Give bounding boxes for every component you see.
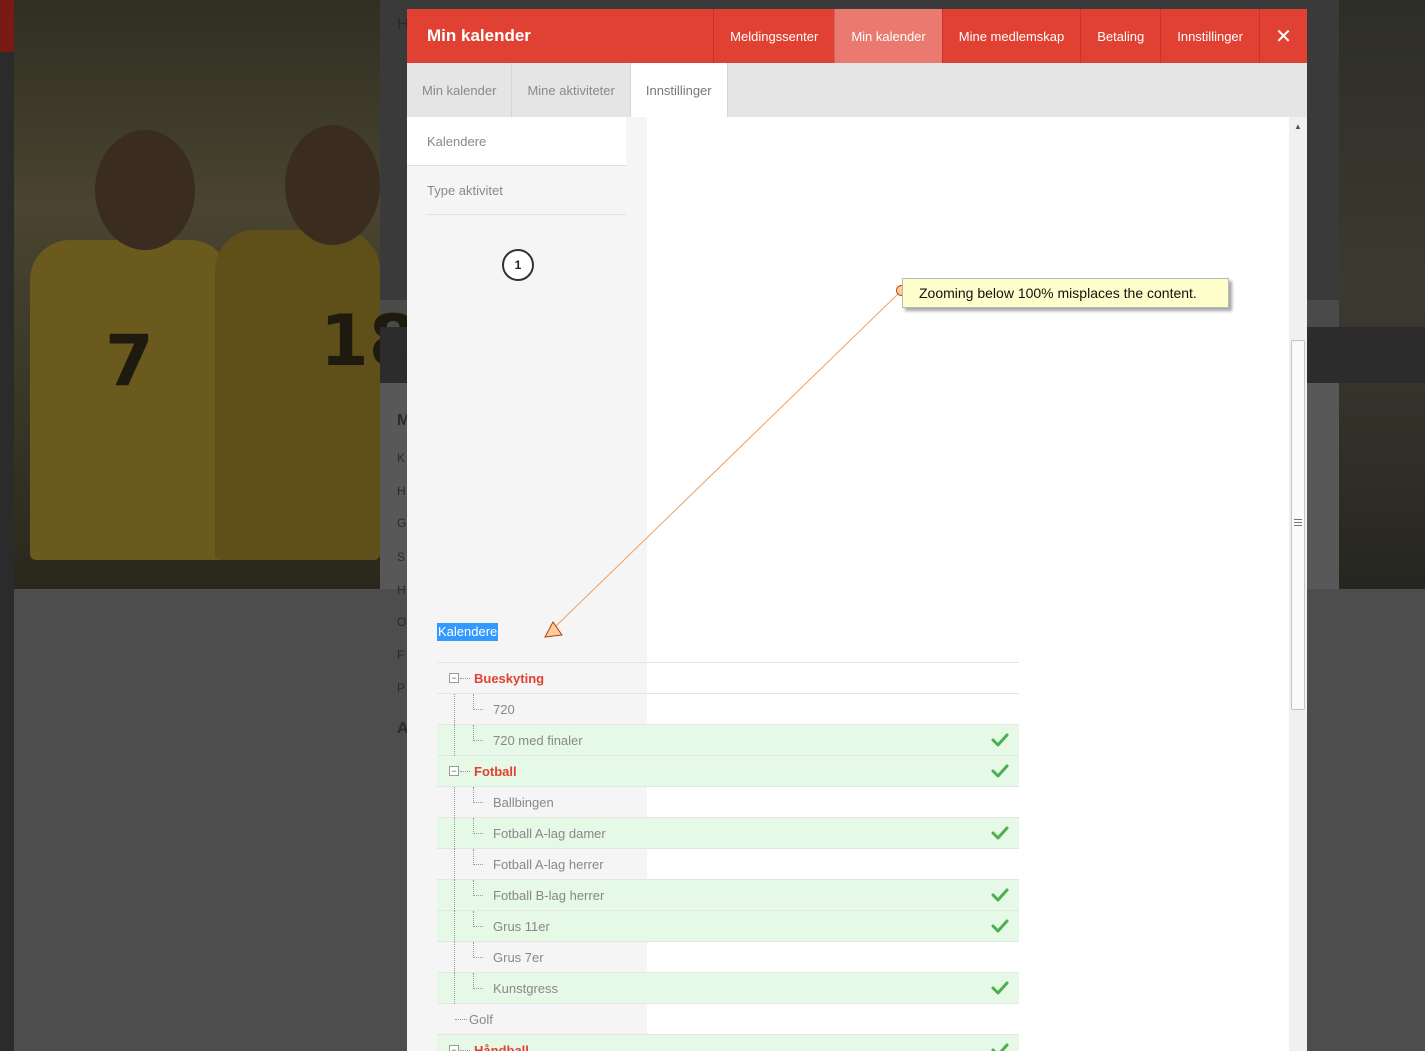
tree-item-label: Fotball B-lag herrer (493, 887, 605, 903)
checkmark-icon[interactable] (991, 918, 1009, 937)
row-fill (437, 694, 647, 725)
tree-row[interactable]: − Håndball (437, 1034, 1019, 1051)
tree-item-label: Kunstgress (493, 980, 559, 996)
tree-connector (473, 787, 474, 803)
tree-item-label: Ballbingen (493, 794, 554, 810)
tree-connector (473, 818, 474, 834)
tree-item-label: Golf (469, 1011, 493, 1027)
tree-connector (473, 957, 483, 958)
tree-connector (454, 942, 455, 973)
tree-connector (473, 864, 483, 865)
checkmark-icon[interactable] (991, 825, 1009, 844)
tree-row[interactable]: Fotball A-lag herrer (437, 848, 1019, 880)
tree-row[interactable]: Kunstgress (437, 972, 1019, 1004)
tree-row[interactable]: Grus 7er (437, 941, 1019, 973)
tree-connector (473, 802, 483, 803)
collapse-icon[interactable]: − (449, 766, 459, 776)
tree-row[interactable]: Fotball B-lag herrer (437, 879, 1019, 911)
tree-connector (460, 771, 470, 772)
tree-group-label: Bueskyting (474, 670, 545, 686)
tree-row[interactable]: Fotball A-lag damer (437, 817, 1019, 849)
tree-connector (454, 911, 455, 942)
tree-row[interactable]: − Fotball (437, 755, 1019, 786)
tree-item-label: Grus 7er (493, 949, 544, 965)
tree-connector (460, 678, 470, 679)
tree-connector (473, 926, 483, 927)
collapse-icon[interactable]: − (449, 673, 459, 683)
tree-connector (473, 740, 483, 741)
tree-group-label: Håndball (474, 1042, 529, 1051)
tree-connector (454, 973, 455, 1004)
calendar-tree: − Bueskyting 720 720 med finaler − Fotball Bal… (437, 662, 1019, 1051)
tree-row[interactable]: 720 (437, 693, 1019, 725)
tree-connector (473, 988, 483, 989)
checkmark-icon[interactable] (991, 980, 1009, 999)
tree-connector (454, 787, 455, 818)
tree-item-label: 720 (493, 701, 515, 717)
tree-item-label: Fotball A-lag herrer (493, 856, 604, 872)
tree-connector (473, 973, 474, 989)
tree-connector (454, 849, 455, 880)
tree-connector (473, 833, 483, 834)
tree-connector (473, 895, 483, 896)
tree-row[interactable]: 720 med finaler (437, 724, 1019, 756)
tree-heading: Kalendere (437, 623, 499, 641)
tree-row[interactable]: Golf (437, 1003, 1019, 1035)
tree-connector (454, 818, 455, 849)
tree-item-label: 720 med finaler (493, 732, 583, 748)
tree-row[interactable]: Ballbingen (437, 786, 1019, 818)
tree-connector (455, 1019, 467, 1020)
checkmark-icon[interactable] (991, 1042, 1009, 1051)
tree-connector (473, 880, 474, 896)
annotation-note: Zooming below 100% misplaces the content… (902, 278, 1229, 308)
tree-connector (454, 725, 455, 756)
row-fill (437, 1035, 647, 1051)
tree-row[interactable]: Grus 11er (437, 910, 1019, 942)
collapse-icon[interactable]: − (449, 1045, 459, 1051)
checkmark-icon[interactable] (991, 763, 1009, 782)
arrow-head-icon (544, 621, 563, 638)
tree-connector (473, 942, 474, 958)
tree-connector (454, 880, 455, 911)
tree-connector (473, 694, 474, 710)
tree-connector (473, 725, 474, 741)
tree-group-label: Fotball (474, 763, 517, 779)
tree-connector (473, 709, 483, 710)
checkmark-icon[interactable] (991, 732, 1009, 751)
tree-item-label: Fotball A-lag damer (493, 825, 606, 841)
tree-connector (473, 849, 474, 865)
tree-connector (454, 694, 455, 725)
tree-connector (473, 911, 474, 927)
checkmark-icon[interactable] (991, 887, 1009, 906)
tree-row[interactable]: − Bueskyting (437, 662, 1019, 694)
tree-item-label: Grus 11er (493, 918, 550, 934)
